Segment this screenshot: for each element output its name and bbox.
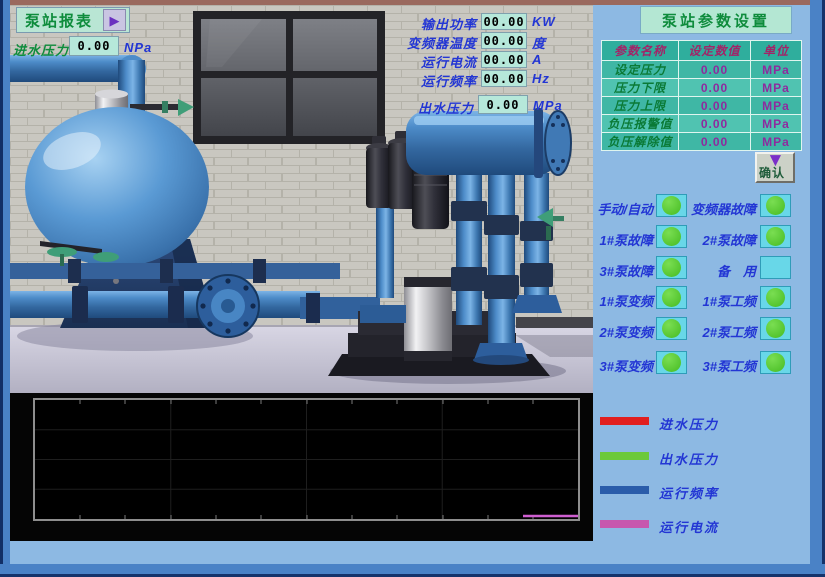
settings-table: 参数名称 设定数值 单位 设定压力 0.00 MPa 压力下限 0.00 MPa… [601,40,802,151]
lamp-icon [662,319,681,338]
indicator-label-pump2-mains: 2#泵工频 [690,322,756,341]
report-button[interactable]: 泵站报表 ▶ [16,7,130,33]
col-header-name: 参数名称 [602,41,678,60]
indicator-lamp-inverter-fault [760,194,791,217]
indicator-label-pump3-mains: 3#泵工频 [690,356,756,375]
param-name: 压力下限 [602,79,678,96]
indicator-label-pump3-vfd: 3#泵变频 [593,356,653,375]
run-current-unit: A [532,52,542,67]
lamp-icon [766,319,785,338]
play-icon: ▶ [110,14,120,27]
indicator-lamp-pump2-mains [760,317,791,340]
output-power-unit: KW [532,14,556,29]
frame-left [0,0,10,577]
report-nav-box[interactable]: ▶ [103,9,126,31]
legend-swatch-run-frequency [600,486,649,494]
inlet-pressure-label: 进水压力 [13,40,69,59]
lamp-icon [766,353,785,372]
indicator-lamp-pump3-fault [656,256,687,279]
frame-bottom [0,564,825,577]
indicator-label-pump3-fault: 3#泵故障 [593,261,653,280]
confirm-button-label: 确认 [759,164,785,181]
legend-label-run-frequency: 运行频率 [659,483,719,502]
output-power-value: 00.00 [481,13,527,30]
indicator-lamp-pump3-vfd [656,351,687,374]
param-name: 设定压力 [602,61,678,78]
legend-label-inlet-pressure: 进水压力 [659,414,719,433]
param-value-input[interactable]: 0.00 [679,61,750,78]
run-frequency-unit: Hz [532,71,550,86]
indicator-label-pump1-fault: 1#泵故障 [593,230,653,249]
trend-chart-grid [35,400,578,519]
indicator-label-pump1-mains: 1#泵工频 [690,291,756,310]
legend-swatch-inlet-pressure [600,417,649,425]
param-unit: MPa [751,61,801,78]
trend-chart [10,393,593,541]
settings-panel-title: 泵站参数设置 [640,6,792,34]
lamp-icon [662,288,681,307]
param-unit: MPa [751,97,801,114]
output-power-label: 输出功率 [372,14,477,33]
indicator-lamp-pump2-vfd [656,317,687,340]
param-name: 负压解除值 [602,133,678,150]
indicator-label-pump2-vfd: 2#泵变频 [593,322,653,341]
param-unit: MPa [751,115,801,132]
outlet-pressure-unit: MPa [533,98,563,113]
legend-label-run-current: 运行电流 [659,517,719,536]
outlet-pressure-label: 出水压力 [408,98,474,117]
lamp-icon [766,288,785,307]
trend-chart-plot [33,398,580,521]
confirm-button[interactable]: ▼ 确认 [755,152,795,183]
indicator-lamp-manual-auto [656,194,687,217]
indicator-lamp-pump3-mains [760,351,791,374]
run-current-value: 00.00 [481,51,527,68]
indicator-label-manual-auto: 手动/自动 [593,199,653,218]
param-value-input[interactable]: 0.00 [679,79,750,96]
lamp-icon [766,227,785,246]
inverter-temp-value: 00.00 [481,32,527,49]
lamp-icon [766,196,785,215]
param-unit: MPa [751,133,801,150]
indicator-label-inverter-fault: 变频器故障 [690,199,756,218]
inverter-temp-unit: 度 [532,33,546,52]
lamp-icon [662,196,681,215]
param-name: 负压报警值 [602,115,678,132]
lamp-icon [662,227,681,246]
indicator-lamp-spare [760,256,791,279]
run-frequency-value: 00.00 [481,70,527,87]
indicator-label-pump1-vfd: 1#泵变频 [593,291,653,310]
run-frequency-label: 运行频率 [372,71,477,90]
lamp-icon [662,353,681,372]
inlet-pressure-unit: NPa [124,40,152,55]
legend-swatch-run-current [600,520,649,528]
window [193,11,385,144]
legend-label-outlet-pressure: 出水压力 [659,449,719,468]
top-strip [10,0,810,5]
report-button-label: 泵站报表 [25,10,93,31]
inverter-temp-label: 变频器温度 [372,33,477,52]
param-unit: MPa [751,79,801,96]
indicator-lamp-pump1-fault [656,225,687,248]
param-name: 压力上限 [602,97,678,114]
col-header-unit: 单位 [751,41,801,60]
col-header-value: 设定数值 [679,41,750,60]
pipe-end-flange [197,275,259,337]
legend-swatch-outlet-pressure [600,452,649,460]
inlet-pressure-value: 0.00 [69,36,119,56]
param-value-input[interactable]: 0.00 [679,97,750,114]
param-value-input[interactable]: 0.00 [679,115,750,132]
pump-station-hmi-screen: 泵站报表 ▶ 进水压力 0.00 NPa 输出功率 00.00 KW 变频器温度… [0,0,825,577]
indicator-label-spare: 备 用 [690,261,756,280]
outlet-pressure-value: 0.00 [478,95,528,114]
param-value-input[interactable]: 0.00 [679,133,750,150]
run-current-label: 运行电流 [372,52,477,71]
indicator-lamp-pump2-fault [760,225,791,248]
frame-right [810,0,825,577]
indicator-lamp-pump1-mains [760,286,791,309]
lamp-icon [662,258,681,277]
indicator-lamp-pump1-vfd [656,286,687,309]
indicator-label-pump2-fault: 2#泵故障 [690,230,756,249]
